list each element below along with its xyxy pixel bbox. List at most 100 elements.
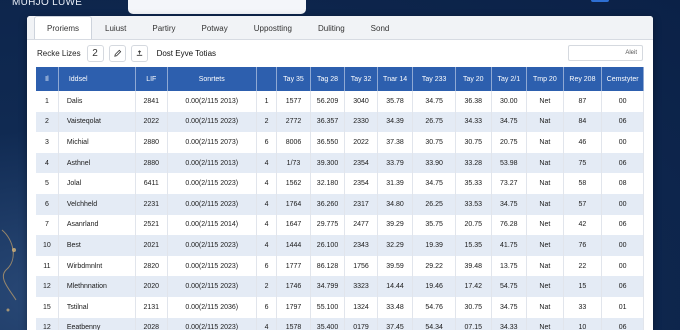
- toolbar-title: Dost Eyve Totias: [156, 49, 217, 58]
- table-row[interactable]: 12 Eeatbenny 2028 0.00(2/115 2023) 4 1578 35.4…: [36, 317, 644, 330]
- table-cell: 0.00(2/115 2023): [167, 235, 257, 256]
- table-cell: 37.38: [377, 132, 414, 153]
- count-field[interactable]: 2: [86, 45, 104, 62]
- table-cell: 2: [256, 276, 278, 297]
- table-cell: 26.75: [412, 111, 456, 133]
- column-header[interactable]: Tag 28: [310, 67, 346, 91]
- column-header[interactable]: Cemstyter: [601, 67, 644, 91]
- table-cell: Vaisteqolat: [58, 111, 137, 133]
- table-cell: 7: [36, 214, 59, 236]
- column-header[interactable]: Il: [36, 67, 59, 91]
- table-cell: 2021: [135, 235, 168, 256]
- table-cell: 2028: [135, 317, 168, 330]
- column-header[interactable]: Tay 233: [412, 67, 456, 91]
- column-header[interactable]: [256, 67, 278, 91]
- column-header[interactable]: Tnar 14: [377, 67, 414, 91]
- column-header[interactable]: Tay 35: [276, 67, 311, 91]
- table-cell: 30.75: [412, 132, 456, 153]
- table-row[interactable]: 5 Jolal 6411 0.00(2/115 2023) 4 1562 32.180 235…: [36, 173, 644, 194]
- column-header[interactable]: Tmp 20: [526, 67, 564, 91]
- table-cell: Net: [526, 317, 564, 330]
- table-cell: 36.260: [310, 193, 346, 215]
- table-row[interactable]: 12 Mlethnnation 2020 0.00(2/115 2023) 2 1746 3…: [36, 276, 644, 297]
- table-row[interactable]: 1 Dalis 2841 0.00(2/115 2013) 1 1577 56.209 304…: [36, 91, 644, 112]
- table-cell: 1577: [276, 91, 311, 112]
- top-search-input[interactable]: [128, 0, 306, 14]
- table-cell: 31.39: [377, 173, 414, 194]
- table-header-row: Il Iddsel LIF Sonrtets Tay 35 Tag 28 Tay…: [36, 67, 644, 91]
- tab-list[interactable]: Luiust: [92, 17, 139, 39]
- table-cell: 2231: [135, 193, 168, 215]
- table-cell: 2022: [344, 132, 378, 153]
- table-row[interactable]: 11 Wirbdmnlnt 2820 0.00(2/115 2023) 6 1777 86.…: [36, 255, 644, 277]
- table-cell: 53.98: [491, 152, 528, 174]
- data-table: Il Iddsel LIF Sonrtets Tay 35 Tag 28 Tay…: [36, 67, 644, 330]
- table-cell: 2880: [135, 152, 168, 174]
- pencil-icon: [113, 49, 121, 57]
- table-cell: 30.00: [491, 91, 528, 112]
- table-cell: 34.75: [491, 296, 528, 318]
- table-cell: 75: [563, 152, 603, 174]
- table-cell: 20.75: [491, 132, 528, 153]
- table-cell: 1578: [276, 317, 311, 330]
- table-cell: 76.28: [491, 214, 528, 236]
- table-cell: 4: [256, 152, 278, 174]
- table-cell: 34.75: [491, 193, 528, 215]
- column-header[interactable]: LIF: [135, 67, 168, 91]
- column-header[interactable]: Rey 208: [563, 67, 603, 91]
- edit-button[interactable]: [108, 45, 126, 62]
- tab-problems[interactable]: Proriems: [34, 16, 93, 39]
- table-cell: 6: [256, 132, 278, 153]
- top-action-button[interactable]: [591, 0, 609, 2]
- table-cell: 2354: [344, 173, 378, 194]
- table-row[interactable]: 2 Vaisteqolat 2022 0.00(2/115 2023) 2 2772 36.…: [36, 111, 644, 133]
- column-header[interactable]: Tay 20: [455, 67, 492, 91]
- table-cell: 1: [36, 91, 59, 112]
- table-cell: 26.25: [412, 193, 456, 215]
- table-cell: 00: [601, 91, 644, 112]
- search-input[interactable]: Aleit: [568, 45, 643, 61]
- table-cell: 2: [36, 111, 59, 133]
- table-cell: 0.00(2/115 2036): [167, 296, 257, 318]
- column-header[interactable]: Sonrtets: [167, 67, 257, 91]
- table-cell: 15.35: [455, 235, 492, 256]
- table-row[interactable]: 4 Asthnel 2880 0.00(2/115 2013) 4 1/73 39.300 2…: [36, 152, 644, 174]
- tab-potway[interactable]: Potway: [189, 17, 241, 39]
- table-row[interactable]: 3 Michial 2880 0.00(2/115 2073) 6 8006 36.550 2…: [36, 132, 644, 153]
- table-cell: 0179: [344, 317, 378, 330]
- table-cell: 1746: [276, 276, 311, 297]
- table-row[interactable]: 10 Best 2021 0.00(2/115 2023) 4 1444 26.100 234…: [36, 235, 644, 256]
- table-cell: 1777: [276, 255, 311, 277]
- table-cell: 1562: [276, 173, 311, 194]
- tab-sond[interactable]: Sond: [358, 17, 403, 39]
- table-cell: 10: [563, 317, 603, 330]
- table-cell: 0.00(2/115 2023): [167, 276, 257, 297]
- table-cell: 37.45: [377, 317, 414, 330]
- table-cell: Mlethnnation: [58, 276, 137, 297]
- column-header[interactable]: Tay 32: [344, 67, 378, 91]
- export-button[interactable]: [130, 45, 148, 62]
- table-row[interactable]: 6 Velchheld 2231 0.00(2/115 2023) 4 1764 36.26…: [36, 193, 644, 215]
- table-cell: 54.34: [412, 317, 456, 330]
- main-panel: Proriems Luiust Partiry Potway Upposttin…: [27, 16, 653, 330]
- table-cell: 2020: [135, 276, 168, 297]
- table-cell: Asthnel: [58, 152, 137, 174]
- table-cell: 84: [563, 111, 603, 133]
- table-cell: 17.42: [455, 276, 492, 297]
- table-cell: 0.00(2/115 2023): [167, 193, 257, 215]
- tab-duliting[interactable]: Duliting: [305, 17, 358, 39]
- table-cell: Net: [526, 276, 564, 297]
- table-cell: 33: [563, 296, 603, 318]
- column-header[interactable]: Iddsel: [58, 67, 137, 91]
- table-cell: 19.39: [412, 235, 456, 256]
- table-row[interactable]: 15 Tstilnal 2131 0.00(2/115 2036) 6 1797 55.10…: [36, 296, 644, 318]
- tab-party[interactable]: Partiry: [139, 17, 188, 39]
- table-cell: 8006: [276, 132, 311, 153]
- table-cell: 87: [563, 91, 603, 112]
- tab-uppostting[interactable]: Uppostting: [241, 17, 305, 39]
- column-header[interactable]: Tay 2/1: [491, 67, 528, 91]
- table-row[interactable]: 7 Asanrland 2521 0.00(2/115 2014) 4 1647 29.77…: [36, 214, 644, 236]
- app-brand: MUHJO LUWE: [12, 0, 83, 8]
- table-cell: 19.46: [412, 276, 456, 297]
- table-cell: Wirbdmnlnt: [58, 255, 137, 277]
